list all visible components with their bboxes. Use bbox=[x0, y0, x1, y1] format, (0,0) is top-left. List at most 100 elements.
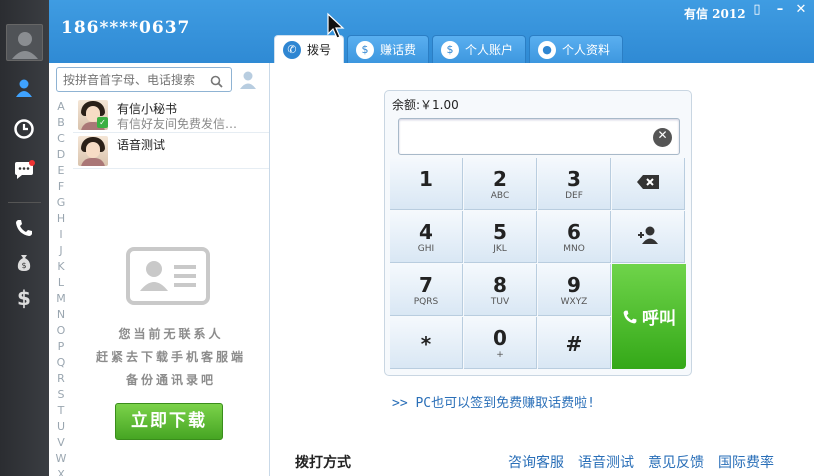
contact-search-input[interactable] bbox=[63, 71, 207, 88]
user-icon: ● bbox=[538, 40, 557, 59]
title-bar: 186****0637 有信 2012 ▯ – ✕ ✆ 拨号 $ 赚话费 $ 个… bbox=[0, 0, 814, 63]
key-digit: 2 bbox=[493, 167, 507, 191]
balance-label: 余额:￥1.00 bbox=[392, 98, 459, 112]
alphabet-letter[interactable]: D bbox=[54, 147, 68, 163]
checkin-promo-link[interactable]: >> PC也可以签到免费赚取话费啦! bbox=[392, 392, 595, 411]
skin-icon[interactable]: ▯ bbox=[750, 3, 764, 17]
dial-key[interactable]: 8 TUV bbox=[464, 264, 537, 316]
tab-earn-credit[interactable]: $ 赚话费 bbox=[347, 35, 430, 63]
add-contact-button[interactable] bbox=[612, 211, 685, 263]
contact-desc: 有信好友间免费发信… bbox=[117, 117, 238, 131]
contacts-panel: ABCDEFGHIJKLMNOPQRSTUVWX ✓ 有信小秘书 有信好友间免费… bbox=[49, 63, 270, 476]
add-contact-icon[interactable] bbox=[237, 69, 259, 91]
alphabet-letter[interactable]: X bbox=[54, 467, 68, 476]
number-field: ✕ bbox=[398, 118, 680, 155]
call-button[interactable]: 呼叫 bbox=[612, 264, 686, 369]
list-item[interactable]: ✓ 有信小秘书 有信好友间免费发信… bbox=[73, 97, 269, 133]
dial-key[interactable]: 6 MNO bbox=[538, 211, 611, 263]
key-digit: 5 bbox=[493, 220, 507, 244]
clear-icon[interactable]: ✕ bbox=[653, 128, 672, 147]
alphabet-letter[interactable]: H bbox=[54, 211, 68, 227]
list-item[interactable]: 语音测试 bbox=[73, 133, 269, 169]
alphabet-letter[interactable]: N bbox=[54, 307, 68, 323]
alphabet-letter[interactable]: K bbox=[54, 259, 68, 275]
alphabet-letter[interactable]: G bbox=[54, 195, 68, 211]
history-icon[interactable] bbox=[12, 118, 36, 140]
alphabet-letter[interactable]: W bbox=[54, 451, 68, 467]
svg-text:$: $ bbox=[21, 261, 26, 270]
avatar[interactable] bbox=[6, 24, 43, 61]
backspace-button[interactable] bbox=[612, 158, 685, 210]
key-digit: 6 bbox=[567, 220, 581, 244]
contact-name: 语音测试 bbox=[117, 138, 166, 152]
phone-icon bbox=[623, 310, 637, 323]
dial-key[interactable]: 1 bbox=[390, 158, 463, 210]
alphabet-letter[interactable]: J bbox=[54, 243, 68, 259]
key-digit: 7 bbox=[419, 273, 433, 297]
alphabet-letter[interactable]: F bbox=[54, 179, 68, 195]
footer-links: 咨询客服 语音测试 意见反馈 国际费率 bbox=[508, 452, 774, 472]
key-digit: 9 bbox=[567, 273, 581, 297]
unread-dot bbox=[29, 160, 35, 166]
minimize-button[interactable]: – bbox=[773, 3, 787, 17]
key-digit: 4 bbox=[419, 220, 433, 244]
alphabet-letter[interactable]: U bbox=[54, 419, 68, 435]
alphabet-letter[interactable]: B bbox=[54, 115, 68, 131]
alphabet-letter[interactable]: L bbox=[54, 275, 68, 291]
alphabet-letter[interactable]: O bbox=[54, 323, 68, 339]
contact-card-icon bbox=[126, 247, 210, 305]
empty-message-line: 备份通讯录吧 bbox=[125, 373, 216, 387]
key-digit: 8 bbox=[493, 273, 507, 297]
alphabet-letter[interactable]: S bbox=[54, 387, 68, 403]
call-icon[interactable] bbox=[12, 217, 36, 239]
key-letters: WXYZ bbox=[560, 297, 588, 307]
message-icon[interactable] bbox=[12, 160, 36, 182]
download-button[interactable]: 立即下载 bbox=[115, 403, 223, 440]
tab-account[interactable]: $ 个人账户 bbox=[432, 35, 527, 63]
app-window: 186****0637 有信 2012 ▯ – ✕ ✆ 拨号 $ 赚话费 $ 个… bbox=[0, 0, 814, 476]
alphabet-letter[interactable]: V bbox=[54, 435, 68, 451]
tab-profile[interactable]: ● 个人资料 bbox=[529, 35, 624, 63]
key-letters: DEF bbox=[565, 191, 583, 201]
dial-key[interactable]: 9 WXYZ bbox=[538, 264, 611, 316]
link-customer-service[interactable]: 咨询客服 bbox=[508, 452, 564, 472]
dial-key[interactable]: 5 JKL bbox=[464, 211, 537, 263]
app-brand: 有信 2012 bbox=[684, 7, 746, 21]
tab-label: 个人资料 bbox=[562, 43, 611, 57]
alphabet-letter[interactable]: E bbox=[54, 163, 68, 179]
alphabet-letter[interactable]: T bbox=[54, 403, 68, 419]
key-digit: 1 bbox=[419, 167, 433, 191]
link-voice-test[interactable]: 语音测试 bbox=[578, 452, 634, 472]
alphabet-letter[interactable]: A bbox=[54, 99, 68, 115]
dial-key[interactable]: 4 GHI bbox=[390, 211, 463, 263]
tab-label: 个人账户 bbox=[465, 43, 514, 57]
dial-key[interactable]: # bbox=[538, 317, 611, 369]
dial-key[interactable]: * bbox=[390, 317, 463, 369]
alphabet-letter[interactable]: I bbox=[54, 227, 68, 243]
contacts-icon[interactable] bbox=[12, 77, 36, 99]
alphabet-letter[interactable]: R bbox=[54, 371, 68, 387]
key-letters: PQRS bbox=[413, 297, 439, 307]
alphabet-letter[interactable]: M bbox=[54, 291, 68, 307]
alphabet-letter[interactable]: Q bbox=[54, 355, 68, 371]
link-feedback[interactable]: 意见反馈 bbox=[648, 452, 704, 472]
call-label: 呼叫 bbox=[642, 309, 676, 329]
key-digit: # bbox=[565, 332, 583, 356]
dial-method-title: 拨打方式 bbox=[295, 455, 351, 471]
phone-number-input[interactable] bbox=[407, 127, 647, 147]
dial-key[interactable]: 3 DEF bbox=[538, 158, 611, 210]
search-icon[interactable] bbox=[210, 73, 223, 92]
nav-sidebar: $ $ bbox=[0, 0, 49, 476]
key-digit: * bbox=[420, 332, 432, 356]
key-digit: 3 bbox=[567, 167, 581, 191]
dial-key[interactable]: 7 PQRS bbox=[390, 264, 463, 316]
dial-key[interactable]: 2 ABC bbox=[464, 158, 537, 210]
link-intl-rates[interactable]: 国际费率 bbox=[718, 452, 774, 472]
dial-key[interactable]: 0 + bbox=[464, 317, 537, 369]
alphabet-letter[interactable]: P bbox=[54, 339, 68, 355]
money-bag-icon[interactable]: $ bbox=[12, 252, 36, 274]
tab-label: 赚话费 bbox=[380, 43, 417, 57]
dollar-icon[interactable]: $ bbox=[12, 287, 36, 309]
alphabet-letter[interactable]: C bbox=[54, 131, 68, 147]
close-button[interactable]: ✕ bbox=[794, 3, 808, 17]
